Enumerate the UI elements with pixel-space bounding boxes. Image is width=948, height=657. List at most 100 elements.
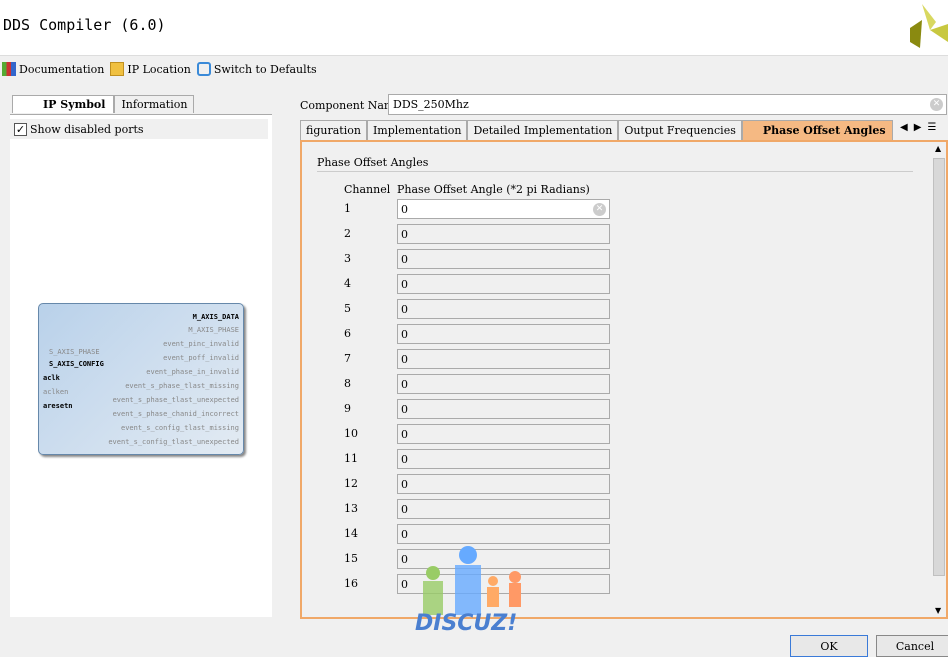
- channel-header: Channel: [344, 183, 391, 196]
- scroll-down-icon[interactable]: ▼: [935, 606, 941, 615]
- port-m-axis-phase: M_AXIS_PHASE: [188, 326, 239, 334]
- channel-row: 80: [302, 374, 702, 394]
- phase-offset-input[interactable]: 0: [397, 324, 610, 344]
- scroll-up-icon[interactable]: ▲: [935, 144, 941, 153]
- watermark-text: DISCUZ!: [415, 611, 518, 636]
- phase-offset-value: 0: [401, 528, 408, 541]
- phase-offset-input[interactable]: 0: [397, 299, 610, 319]
- checkbox-checked-icon: ✓: [14, 122, 27, 136]
- tab-ip-symbol[interactable]: IP Symbol: [12, 95, 115, 113]
- tab-phase-offset-angles[interactable]: Phase Offset Angles: [741, 120, 893, 140]
- phase-offset-value: 0: [401, 428, 408, 441]
- channel-number: 13: [344, 502, 358, 515]
- phase-offset-value: 0: [401, 578, 408, 591]
- refresh-icon: [196, 62, 211, 76]
- port-aresetn: aresetn: [43, 402, 73, 410]
- channel-number: 6: [344, 327, 351, 340]
- channel-row: 50: [302, 299, 702, 319]
- port: event_s_config_tlast_missing: [120, 424, 239, 432]
- port: event_poff_invalid: [163, 354, 239, 362]
- port: event_s_config_tlast_unexpected: [108, 438, 239, 446]
- documentation-button[interactable]: Documentation: [2, 62, 104, 76]
- tab-information[interactable]: Information: [114, 95, 195, 113]
- tab-implementation[interactable]: Implementation: [366, 120, 468, 140]
- port: event_s_phase_tlast_unexpected: [112, 396, 239, 404]
- phase-offset-input[interactable]: 0: [397, 449, 610, 469]
- port: event_s_phase_chanid_incorrect: [112, 410, 239, 418]
- phase-offset-input[interactable]: 0: [397, 474, 610, 494]
- channel-row: 90: [302, 399, 702, 419]
- channel-number: 12: [344, 477, 358, 490]
- show-disabled-ports-checkbox[interactable]: ✓ Show disabled ports: [10, 119, 268, 139]
- ip-symbol-panel: ✓ Show disabled ports M_AXIS_DATA M_AXIS_…: [10, 114, 272, 617]
- phase-offset-input[interactable]: 0: [397, 399, 610, 419]
- channel-row: 40: [302, 274, 702, 294]
- port: event_pinc_invalid: [163, 340, 239, 348]
- port-s-axis-phase: S_AXIS_PHASE: [49, 348, 100, 356]
- phase-offset-value: 0: [401, 353, 408, 366]
- ip-symbol-block: M_AXIS_DATA M_AXIS_PHASE event_pinc_inva…: [38, 303, 244, 455]
- cancel-button[interactable]: Cancel: [876, 635, 948, 657]
- phase-offset-value: 0: [401, 403, 408, 416]
- section-title: Phase Offset Angles: [317, 156, 913, 172]
- phase-offset-value: 0: [401, 453, 408, 466]
- show-disabled-label: Show disabled ports: [30, 122, 144, 136]
- channel-number: 9: [344, 402, 351, 415]
- phase-offset-input[interactable]: 0 ✕: [397, 199, 610, 219]
- channel-number: 11: [344, 452, 358, 465]
- tab-scroll-left-icon[interactable]: ◀: [900, 122, 908, 133]
- ip-location-label: IP Location: [127, 62, 191, 76]
- channel-row: 10 0: [302, 424, 702, 444]
- tab-scroll-right-icon[interactable]: ▶: [914, 122, 922, 133]
- switch-defaults-button[interactable]: Switch to Defaults: [196, 62, 317, 76]
- channel-number: 3: [344, 252, 351, 265]
- port: event_phase_in_invalid: [146, 368, 239, 376]
- phase-offset-input[interactable]: 0: [397, 274, 610, 294]
- ok-button[interactable]: OK: [790, 635, 868, 657]
- folder-icon: [110, 62, 125, 76]
- component-name-input[interactable]: DDS_250Mhz ✕: [388, 94, 947, 115]
- channel-number: 14: [344, 527, 358, 540]
- phase-offset-input[interactable]: 0: [397, 249, 610, 269]
- channel-row: 70: [302, 349, 702, 369]
- window-title: DDS Compiler (6.0): [3, 16, 166, 34]
- scrollbar-thumb[interactable]: [933, 158, 945, 576]
- vertical-scrollbar[interactable]: ▲ ▼: [932, 142, 946, 617]
- angle-header: Phase Offset Angle (*2 pi Radians): [397, 183, 590, 196]
- tab-list-icon[interactable]: ☰: [927, 122, 936, 133]
- channel-number: 7: [344, 352, 351, 365]
- tab-output-frequencies[interactable]: Output Frequencies: [618, 120, 742, 140]
- clear-icon[interactable]: ✕: [930, 98, 943, 111]
- phase-offset-input[interactable]: 0: [397, 499, 610, 519]
- channel-number: 2: [344, 227, 351, 240]
- phase-offset-value: 0: [401, 278, 408, 291]
- phase-offset-value: 0: [401, 503, 408, 516]
- phase-offset-input[interactable]: 0: [397, 524, 610, 544]
- channel-row: 30: [302, 249, 702, 269]
- channel-number: 5: [344, 302, 351, 315]
- channel-number: 1: [344, 202, 351, 215]
- channel-row: 14 0: [302, 524, 702, 544]
- tab-detailed-implementation[interactable]: Detailed Implementation: [467, 120, 619, 140]
- phase-offset-input[interactable]: 0: [397, 374, 610, 394]
- channel-number: 8: [344, 377, 351, 390]
- books-icon: [2, 62, 16, 76]
- phase-offset-value: 0: [401, 228, 408, 241]
- port-aclken: aclken: [43, 388, 69, 396]
- discuz-watermark: DISCUZ!: [415, 545, 535, 643]
- documentation-label: Documentation: [19, 62, 105, 76]
- clear-icon[interactable]: ✕: [593, 203, 606, 216]
- xilinx-logo-icon: [910, 4, 948, 48]
- phase-offset-input[interactable]: 0: [397, 224, 610, 244]
- phase-offset-panel: Phase Offset Angles Channel Phase Offset…: [300, 140, 948, 619]
- channel-row: 1 0 ✕: [302, 199, 702, 219]
- port-s-axis-config: S_AXIS_CONFIG: [49, 360, 104, 368]
- channel-row: 13 0: [302, 499, 702, 519]
- phase-offset-input[interactable]: 0: [397, 349, 610, 369]
- phase-offset-input[interactable]: 0: [397, 424, 610, 444]
- channel-number: 16: [344, 577, 358, 590]
- tab-configuration[interactable]: figuration: [300, 120, 367, 140]
- ip-location-button[interactable]: IP Location: [110, 62, 191, 76]
- component-name-label: Component Name: [300, 99, 401, 112]
- phase-offset-value: 0: [401, 203, 408, 216]
